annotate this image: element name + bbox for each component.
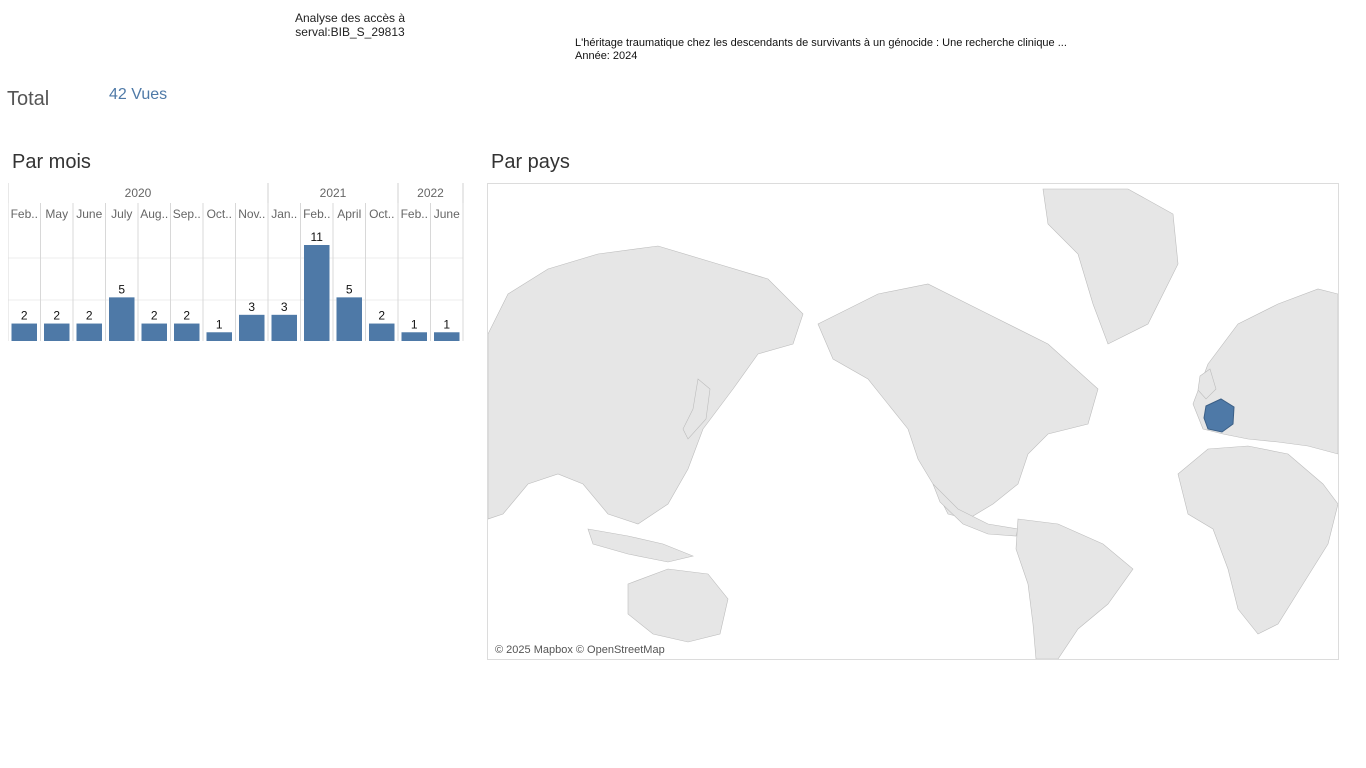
bar [369, 323, 395, 341]
bar [206, 332, 232, 341]
month-label: April [337, 207, 361, 221]
bar [174, 323, 200, 341]
bar [401, 332, 427, 341]
bar-value-label: 2 [183, 309, 190, 323]
bar-value-label: 5 [346, 282, 353, 296]
month-label: Feb.. [401, 207, 428, 221]
country-map[interactable]: © 2025 Mapbox © OpenStreetMap [487, 183, 1339, 660]
month-label: Oct.. [207, 207, 232, 221]
document-year: Année: 2024 [575, 50, 638, 62]
month-label: May [45, 207, 68, 221]
bar-value-label: 2 [378, 309, 385, 323]
total-views-value: 42 Vues [109, 86, 168, 103]
bar [434, 332, 460, 341]
year-label: 2021 [320, 186, 347, 200]
month-label: Nov.. [238, 207, 265, 221]
total-label: Total [7, 88, 50, 110]
bar-value-label: 2 [86, 309, 93, 323]
bar-value-label: 1 [443, 317, 450, 331]
bar-value-label: 3 [248, 300, 255, 314]
bar-value-label: 2 [53, 309, 60, 323]
report-title-line1: Analyse des accès à [294, 11, 406, 25]
month-label: June [434, 207, 460, 221]
bar [271, 314, 297, 341]
month-label: Feb.. [303, 207, 330, 221]
document-info: L'héritage traumatique chez les descenda… [575, 37, 1067, 63]
country-section-title: Par pays [491, 151, 570, 173]
bar-value-label: 2 [151, 309, 158, 323]
year-label: 2020 [125, 186, 152, 200]
bar [11, 323, 37, 341]
month-label: Jan.. [271, 207, 297, 221]
month-label: Oct.. [369, 207, 394, 221]
month-label: June [76, 207, 102, 221]
bar [304, 245, 330, 341]
report-title-line2: serval:BIB_S_29813 [295, 25, 405, 39]
monthly-bar-chart: 2020 2021 2022 Feb.. 2 May 2 June 2 July 5 Aug.. 2 Se… [8, 183, 464, 341]
year-label: 2022 [417, 186, 444, 200]
bar [239, 314, 265, 341]
world-map [488, 184, 1338, 659]
bar-value-label: 11 [311, 230, 324, 244]
month-label: Sep.. [173, 207, 201, 221]
bar-value-label: 1 [411, 317, 418, 331]
report-title: Analyse des accès à serval:BIB_S_29813 [270, 11, 430, 39]
bar-value-label: 3 [281, 300, 288, 314]
month-label: July [111, 207, 132, 221]
month-label: Feb.. [11, 207, 38, 221]
document-title: L'héritage traumatique chez les descenda… [575, 37, 1067, 49]
monthly-section-title: Par mois [12, 151, 91, 173]
bar [109, 297, 135, 341]
bar-value-label: 1 [216, 317, 223, 331]
bar [44, 323, 70, 341]
bar [76, 323, 102, 341]
month-label: Aug.. [140, 207, 168, 221]
bar [336, 297, 362, 341]
map-attribution: © 2025 Mapbox © OpenStreetMap [495, 644, 665, 656]
bar-value-label: 2 [21, 309, 28, 323]
bar-value-label: 5 [118, 282, 125, 296]
bar [141, 323, 167, 341]
